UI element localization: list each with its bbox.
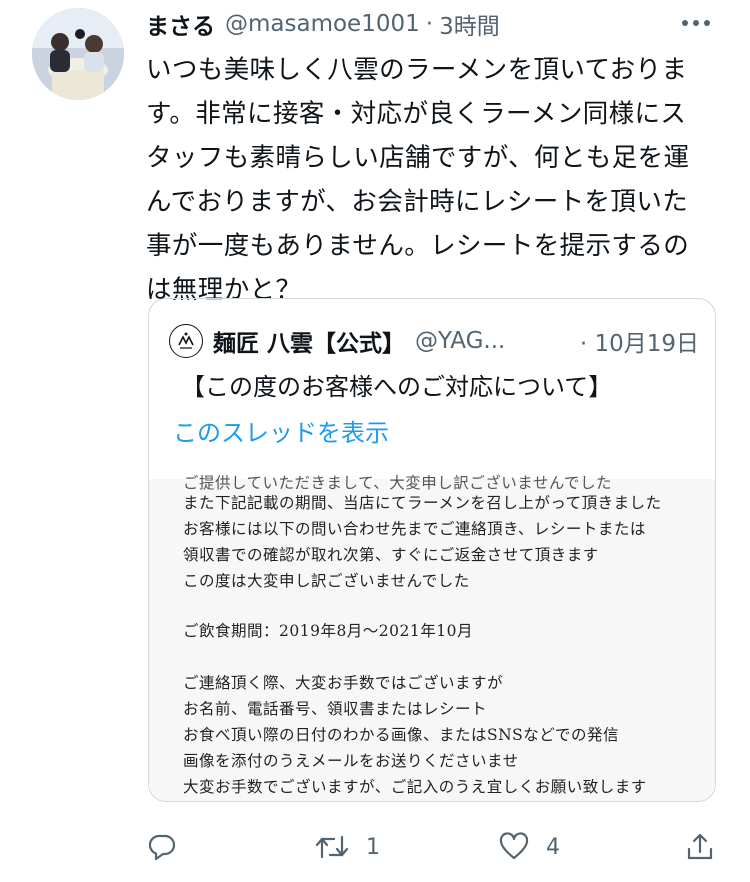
image-text-line: お食べ頂い際の日付のわかる画像、またはSNSなどでの発信	[183, 726, 619, 744]
show-thread-link[interactable]: このスレッドを表示	[173, 413, 389, 453]
image-text-line: ご連絡頂く際、大変お手数ではございますが	[183, 674, 504, 692]
user-handle[interactable]: @masamoe1001	[225, 11, 420, 37]
heart-icon	[499, 832, 529, 860]
quoted-date: 10月19日	[594, 331, 699, 357]
reply-button[interactable]	[146, 824, 178, 870]
image-text-line: お客様には以下の問い合わせ先までご連絡頂き、レシートまたは	[183, 520, 646, 538]
like-button[interactable]: 4	[498, 824, 560, 870]
share-icon	[687, 833, 713, 860]
quoted-avatar[interactable]	[169, 324, 203, 358]
image-text-line: 画像を添付のうえメールをお送りくださいませ	[183, 752, 519, 770]
retweet-count: 1	[366, 834, 380, 860]
separator-dot: ·	[425, 11, 434, 37]
quoted-tweet[interactable]: 麺匠 八雲【公式】 @YAG... · 10月19日 【この度のお客様へのご対応…	[148, 298, 716, 802]
quoted-handle: @YAG...	[415, 328, 506, 354]
separator-dot: ·	[579, 331, 588, 357]
share-button[interactable]	[684, 824, 716, 870]
tweet-header: まさる @masamoe1001 · 3時間	[146, 6, 706, 42]
display-name[interactable]: まさる	[146, 7, 215, 41]
quoted-tweet-header: 麺匠 八雲【公式】 @YAG... · 10月19日	[169, 323, 699, 359]
avatar-photo	[32, 8, 124, 100]
like-count: 4	[546, 834, 560, 860]
image-text-line: 領収書での確認が取れ次第、すぐにご返金させて頂きます	[183, 546, 599, 564]
quoted-text: 【この度のお客様へのご対応について】	[181, 373, 613, 401]
image-text-line: また下記記載の期間、当店にてラーメンを召し上がって頂きました	[183, 494, 662, 512]
reply-icon	[148, 834, 176, 861]
retweet-icon	[315, 835, 349, 859]
image-text-line: お名前、電話番号、領収書またはレシート	[183, 700, 488, 718]
image-text-line: ご飲食期間：2019年8月〜2021年10月	[183, 622, 473, 640]
retweet-button[interactable]: 1	[314, 824, 380, 870]
image-text-line: この度は大変申し訳ございませんでした	[183, 572, 470, 590]
quoted-display-name: 麺匠 八雲【公式】	[213, 331, 406, 357]
tweet-text: いつも美味しく八雲のラーメンを頂いておりま す。非常に接客・対応が良くラーメン同…	[146, 55, 690, 305]
image-text-line: ご提供していただきまして、大変申し訳ございませんでした	[183, 474, 613, 492]
quoted-image[interactable]: ご提供していただきまして、大変申し訳ございませんでした また下記記載の期間、当店…	[149, 474, 715, 801]
more-options-icon[interactable]	[678, 10, 714, 36]
quoted-time: · 10月19日	[580, 324, 699, 358]
yakumo-logo-icon	[178, 332, 194, 349]
image-text-line: 大変お手数でございますが、ご記入のうえ宜しくお願い致します	[183, 778, 647, 796]
avatar[interactable]	[32, 8, 124, 100]
tweet-time[interactable]: 3時間	[439, 7, 500, 41]
action-bar: 1 4	[146, 824, 726, 870]
